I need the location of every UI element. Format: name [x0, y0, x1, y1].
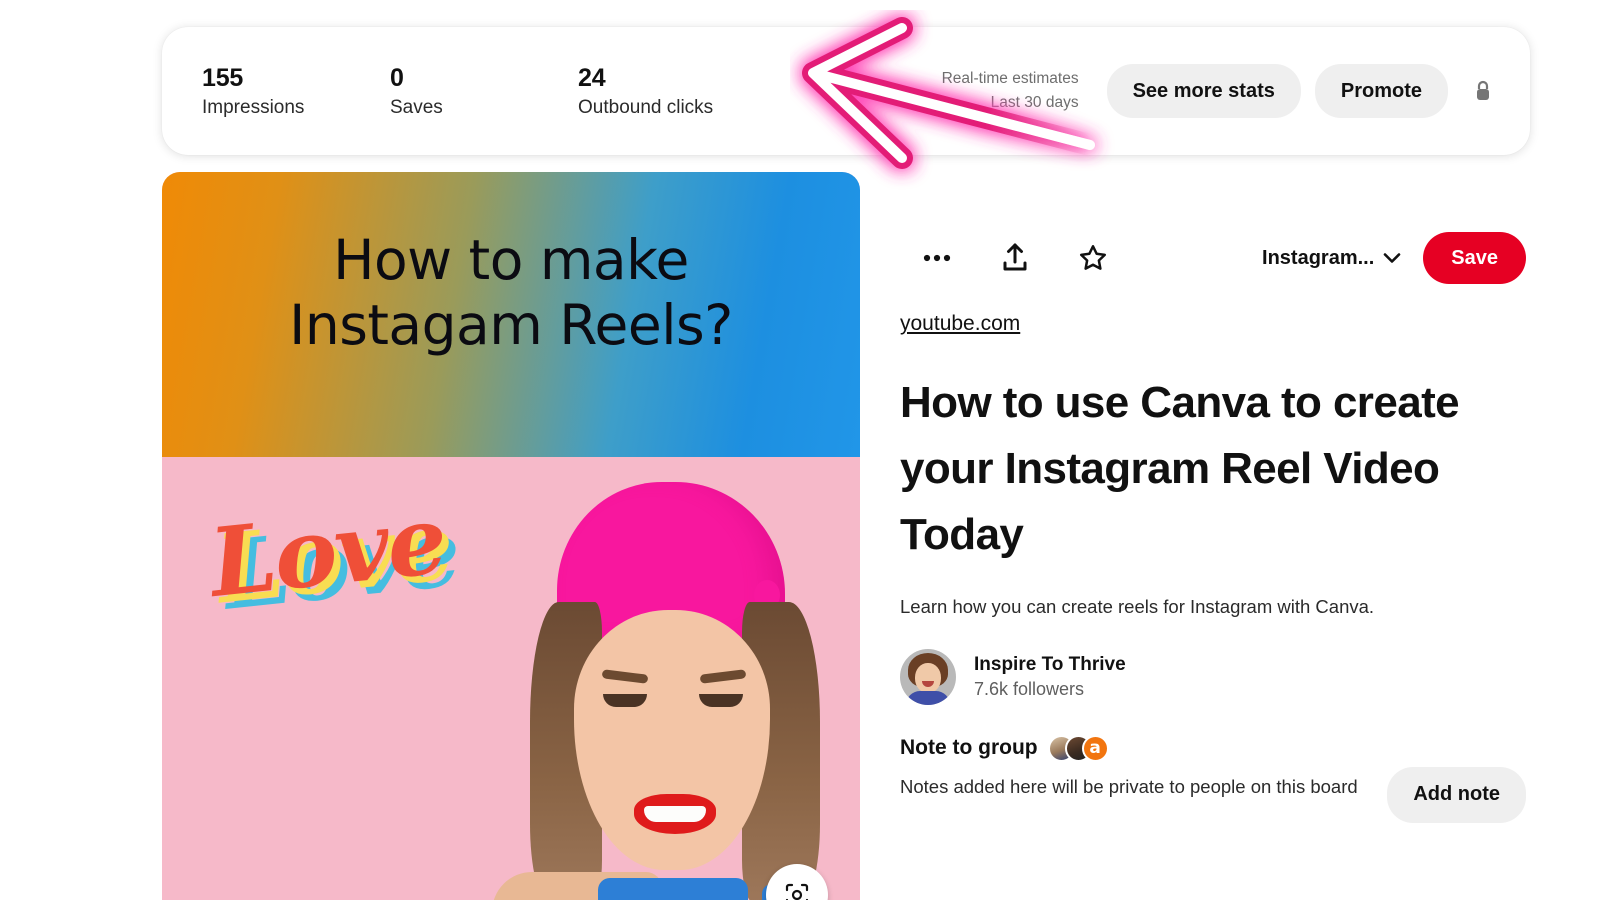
pin-image-headline-line1: How to make	[333, 228, 689, 292]
pin-image-love-word: Love	[204, 485, 451, 619]
pinterest-pin-detail-page: 155 Impressions 0 Saves 24 Outbound clic…	[0, 0, 1600, 900]
stat-saves: 0 Saves	[390, 63, 578, 120]
pin-image-headline-line2: Instagam Reels?	[289, 292, 733, 357]
save-button[interactable]: Save	[1423, 232, 1526, 284]
model-eye-left	[603, 694, 647, 707]
board-selector[interactable]: Instagram...	[1262, 247, 1401, 270]
board-selector-label: Instagram...	[1262, 246, 1375, 269]
stat-outbound-clicks: 24 Outbound clicks	[578, 63, 878, 120]
note-to-group-section: Note to group a Notes added here will be…	[900, 734, 1526, 823]
stat-impressions-value: 155	[202, 63, 244, 92]
author-meta: Inspire To Thrive 7.6k followers	[974, 654, 1126, 700]
model-teeth	[644, 806, 706, 822]
pin-image-top-gradient: How to make Instagam Reels?	[162, 172, 860, 457]
author-followers: 7.6k followers	[974, 678, 1085, 699]
add-note-button[interactable]: Add note	[1387, 766, 1526, 823]
note-body-text: Notes added here will be private to peop…	[900, 775, 1358, 797]
promote-button[interactable]: Promote	[1314, 64, 1448, 118]
note-title: Note to group	[900, 736, 1038, 760]
stat-impressions-label: Impressions	[202, 96, 305, 118]
chevron-down-icon	[1383, 247, 1401, 270]
model-top-blue	[598, 878, 748, 900]
source-domain-link[interactable]: youtube.com	[900, 312, 1020, 336]
pin-image[interactable]: How to make Instagam Reels? Love	[162, 172, 860, 900]
author-row[interactable]: Inspire To Thrive 7.6k followers	[900, 648, 1526, 705]
see-more-stats-button[interactable]: See more stats	[1106, 64, 1301, 118]
stat-outbound-clicks-label: Outbound clicks	[578, 96, 714, 118]
pin-stats-card: 155 Impressions 0 Saves 24 Outbound clic…	[162, 27, 1530, 155]
author-name: Inspire To Thrive	[974, 653, 1126, 675]
collaborator-avatar-3: a	[1081, 734, 1109, 762]
lock-icon	[1470, 76, 1496, 106]
author-avatar	[900, 648, 956, 705]
stat-outbound-clicks-value: 24	[578, 63, 606, 92]
stat-saves-value: 0	[390, 63, 404, 92]
stat-saves-label: Saves	[390, 96, 443, 118]
stat-impressions: 155 Impressions	[202, 63, 390, 120]
pin-action-bar: Instagram... Save	[900, 228, 1526, 288]
pin-image-headline: How to make Instagam Reels?	[162, 228, 860, 358]
share-icon[interactable]	[992, 235, 1038, 281]
model-eye-right	[699, 694, 743, 707]
note-collaborator-avatars[interactable]: a	[1047, 734, 1109, 762]
pin-detail-panel: Instagram... Save youtube.com How to use…	[900, 228, 1526, 823]
note-header: Note to group a	[900, 734, 1526, 762]
star-icon[interactable]	[1070, 235, 1116, 281]
realtime-estimates-note: Real-time estimates Last 30 days	[942, 67, 1079, 115]
pin-description: Learn how you can create reels for Insta…	[900, 596, 1375, 617]
realtime-estimates-line2: Last 30 days	[990, 94, 1079, 111]
realtime-estimates-line1: Real-time estimates	[941, 69, 1079, 87]
pin-title: How to use Canva to create your Instagra…	[900, 378, 1460, 559]
more-options-icon[interactable]	[914, 235, 960, 281]
